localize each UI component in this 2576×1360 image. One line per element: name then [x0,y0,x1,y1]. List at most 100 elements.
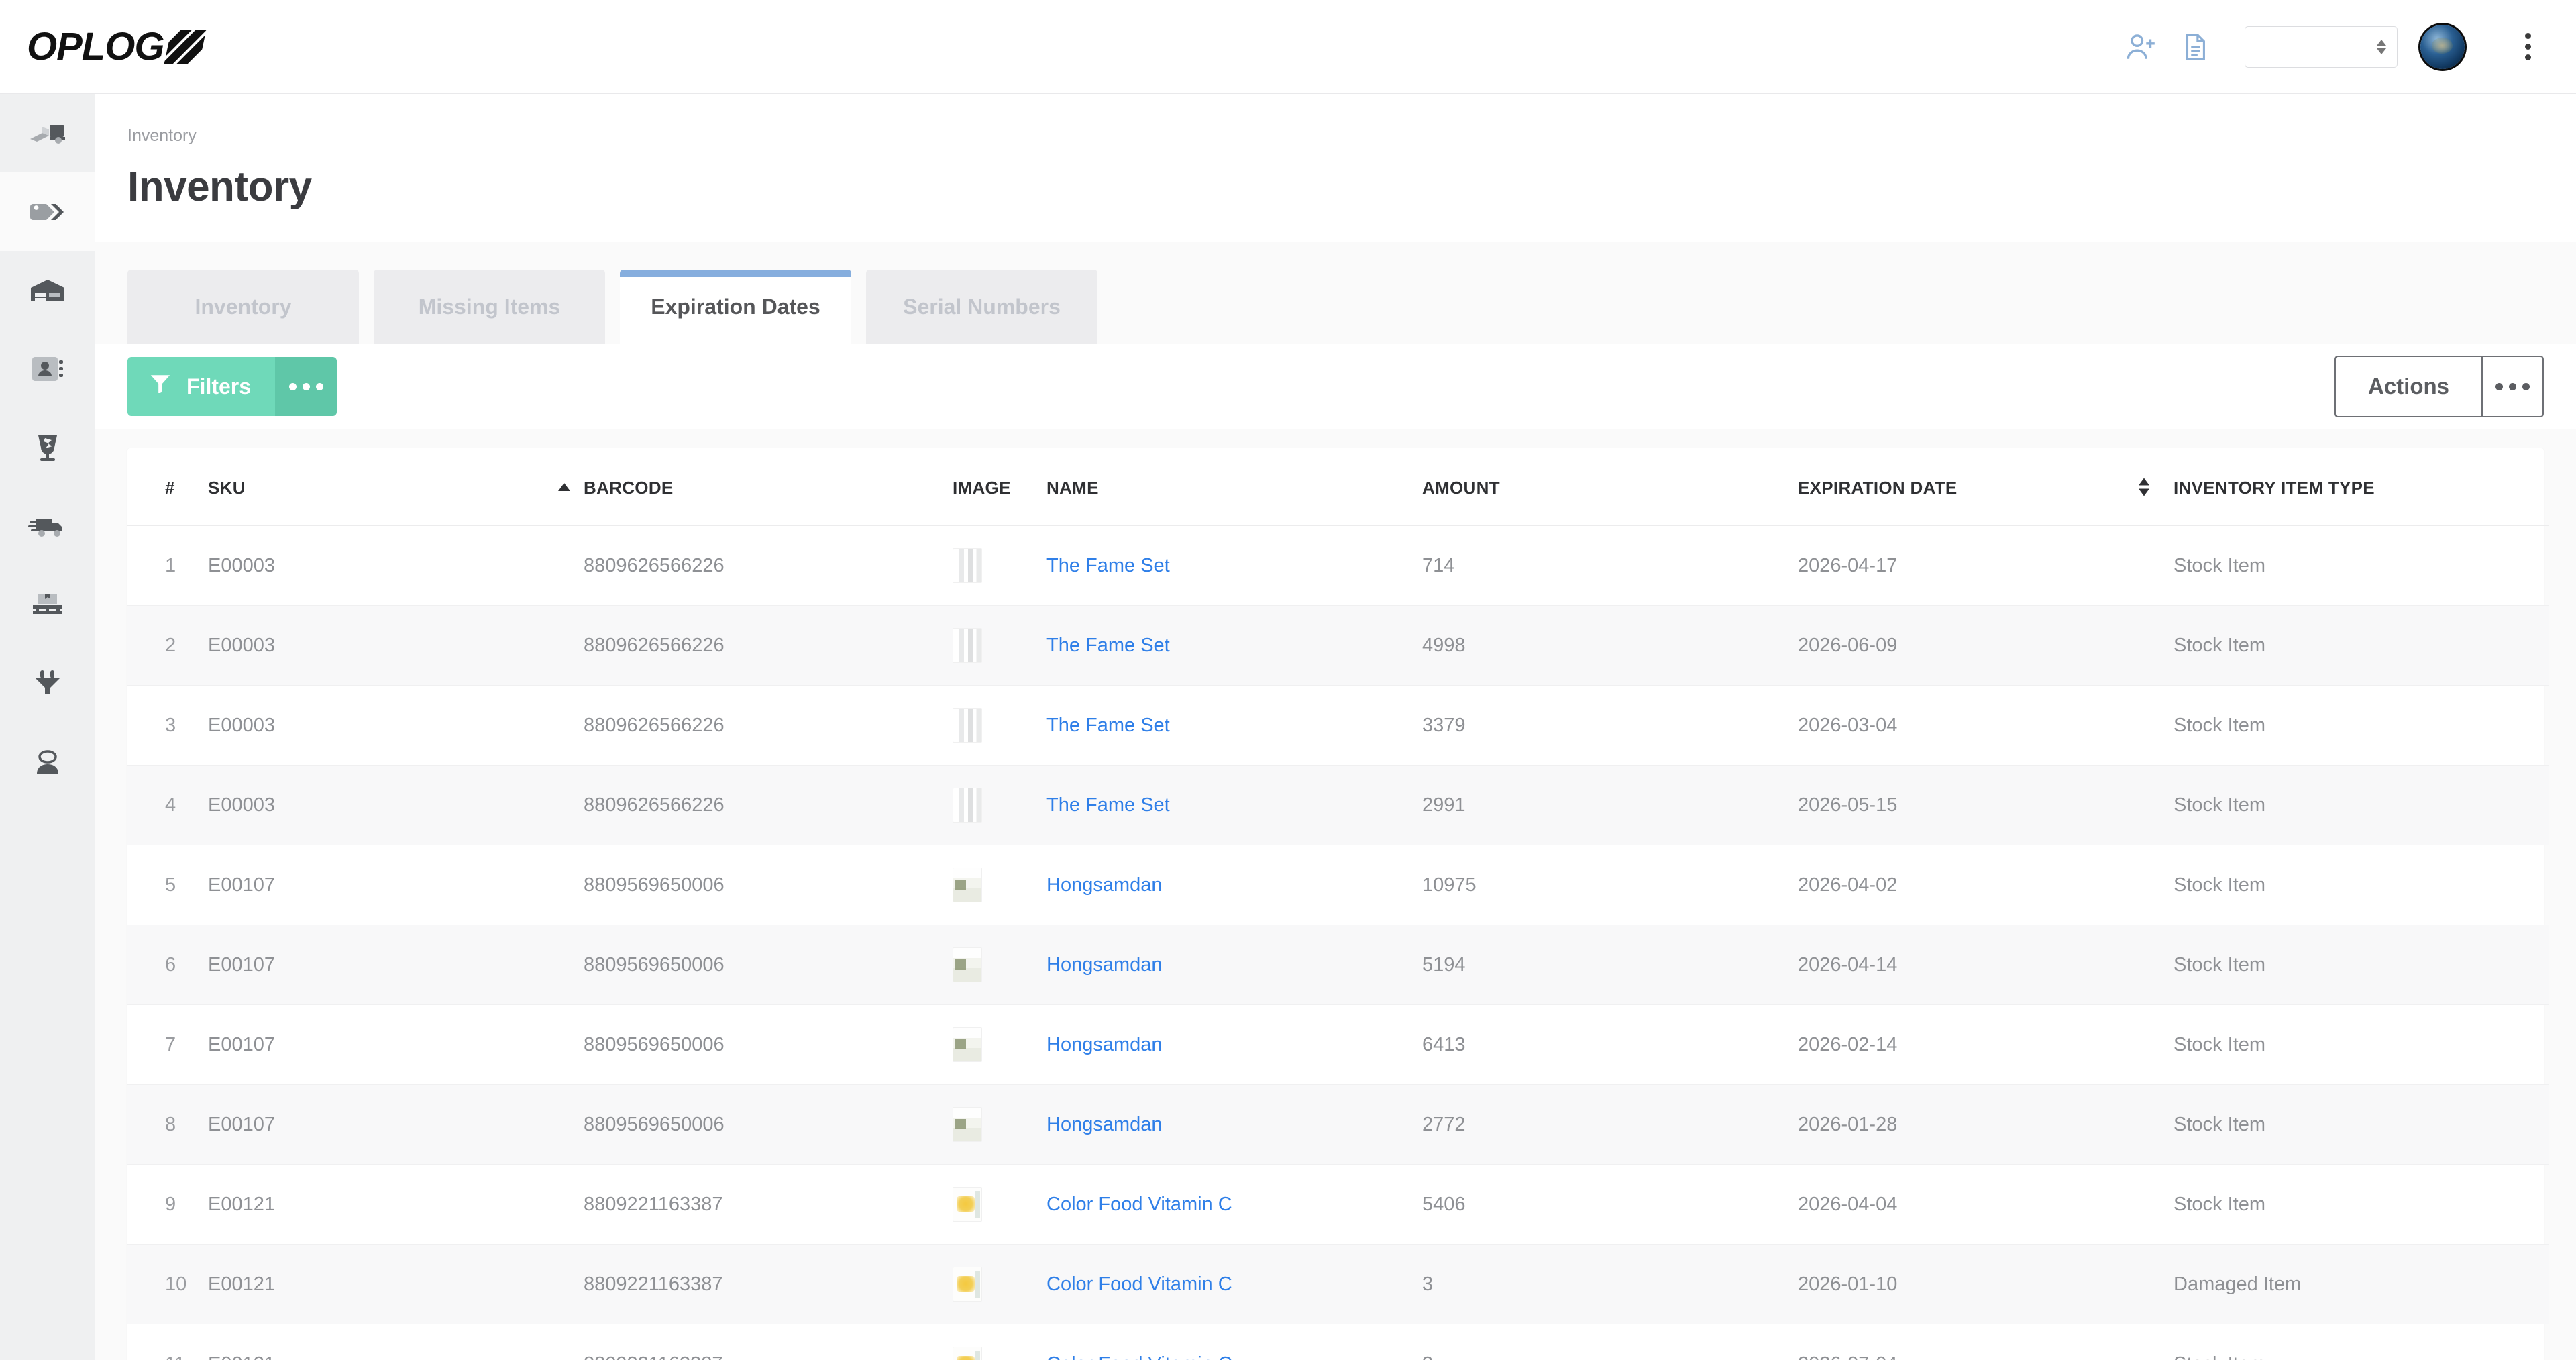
column-header-sku[interactable]: SKU [208,448,584,526]
cell-name: The Fame Set [1046,765,1422,845]
warehouse-icon [28,277,67,304]
tab-expiration-dates[interactable]: Expiration Dates [620,270,851,344]
product-link[interactable]: The Fame Set [1046,555,1170,576]
filters-more-button[interactable] [275,357,337,416]
table-row[interactable]: 4 E00003 8809626566226 The Fame Set 2991 2026… [127,765,2549,845]
page-header: Inventory Inventory [95,94,2576,242]
column-header-image[interactable]: IMAGE [953,448,1046,526]
contacts-book-icon [30,354,65,384]
cell-expiration-date: 2026-04-04 [1798,1164,2174,1245]
cell-sku: E00003 [208,685,584,766]
cell-barcode: 8809626566226 [584,685,953,766]
cell-amount: 2772 [1422,1084,1798,1165]
cell-image [953,765,1046,845]
column-header-amount[interactable]: AMOUNT [1422,448,1798,526]
cell-expiration-date: 2026-01-10 [1798,1244,2174,1324]
cell-sku: E00107 [208,1084,584,1165]
product-link[interactable]: The Fame Set [1046,715,1170,736]
cell-image [953,685,1046,766]
context-select[interactable] [2245,25,2398,68]
breadcrumb[interactable]: Inventory [127,126,2576,146]
product-link[interactable]: Hongsamdan [1046,1114,1163,1135]
product-thumbnail [953,628,982,663]
table-row[interactable]: 7 E00107 8809569650006 Hongsamdan 6413 2026-0… [127,1004,2549,1085]
cell-sku: E00121 [208,1244,584,1324]
sidebar-item-pallet[interactable] [0,565,95,643]
cell-index: 8 [127,1084,208,1165]
cell-inventory-item-type: Stock Item [2174,1004,2549,1085]
kebab-menu-icon[interactable] [2506,20,2549,74]
table-row[interactable]: 10 E00121 8809221163387 Color Food Vitamin … [127,1244,2549,1324]
package-shipment-icon [29,118,66,149]
column-header-inventory-item-type[interactable]: INVENTORY ITEM TYPE [2139,448,2549,526]
product-thumbnail [953,1187,982,1222]
sidebar-item-contacts[interactable] [0,329,95,408]
product-link[interactable]: Hongsamdan [1046,1034,1163,1055]
sidebar-item-warehouse[interactable] [0,251,95,329]
cell-expiration-date: 2026-07-04 [1798,1324,2174,1360]
cell-amount: 714 [1422,525,1798,606]
column-header-index[interactable]: # [127,448,208,526]
product-link[interactable]: The Fame Set [1046,635,1170,656]
cell-sku: E00003 [208,765,584,845]
cell-barcode: 8809626566226 [584,525,953,606]
tab-inventory[interactable]: Inventory [127,270,359,344]
table-row[interactable]: 3 E00003 8809626566226 The Fame Set 3379 2026… [127,685,2549,766]
sidebar-item-delivery[interactable] [0,486,95,565]
table-toolbar: Filters Actions [95,344,2576,429]
cell-expiration-date: 2026-01-28 [1798,1084,2174,1165]
cell-expiration-date: 2026-05-15 [1798,765,2174,845]
product-link[interactable]: Hongsamdan [1046,874,1163,896]
cell-barcode: 8809221163387 [584,1164,953,1245]
product-link[interactable]: The Fame Set [1046,794,1170,816]
cell-inventory-item-type: Damaged Item [2174,1244,2549,1324]
column-header-barcode[interactable]: BARCODE [558,448,953,526]
tab-missing-items[interactable]: Missing Items [374,270,605,344]
cell-image [953,1244,1046,1324]
cell-inventory-item-type: Stock Item [2174,845,2549,925]
sidebar-item-shipments[interactable] [0,94,95,172]
add-user-icon[interactable] [2114,20,2168,74]
actions-button[interactable]: Actions [2334,356,2482,417]
tab-serial-numbers-label: Serial Numbers [903,294,1061,319]
cell-expiration-date: 2026-03-04 [1798,685,2174,766]
column-header-name-label: NAME [1046,478,1099,498]
cell-amount: 6413 [1422,1004,1798,1085]
column-header-name[interactable]: NAME [1046,448,1422,526]
table-row[interactable]: 8 E00107 8809569650006 Hongsamdan 2772 2026-0… [127,1084,2549,1165]
brand-logo[interactable]: OPLOG [27,27,207,66]
table-row[interactable]: 2 E00003 8809626566226 The Fame Set 4998 2026… [127,605,2549,686]
product-link[interactable]: Hongsamdan [1046,954,1163,976]
document-icon[interactable] [2168,20,2222,74]
pallet-icon [29,590,66,619]
cell-barcode: 8809626566226 [584,765,953,845]
sort-updown-icon [2139,478,2149,496]
tab-serial-numbers[interactable]: Serial Numbers [866,270,1097,344]
table-header-row: # SKU BARCODE IMAGE NAME AMOUNT EXPIRATI… [127,448,2549,526]
tab-inventory-label: Inventory [195,294,292,319]
table-row[interactable]: 1 E00003 8809626566226 The Fame Set 714 2026-… [127,525,2549,606]
table-row[interactable]: 9 E00121 8809221163387 Color Food Vitamin C… [127,1164,2549,1245]
sidebar-item-account[interactable] [0,722,95,800]
table-row[interactable]: 6 E00107 8809569650006 Hongsamdan 5194 2026-0… [127,925,2549,1005]
sidebar-item-damaged[interactable] [0,408,95,486]
product-thumbnail [953,1347,982,1360]
cell-name: Color Food Vitamin C [1046,1324,1422,1360]
cell-inventory-item-type: Stock Item [2174,1324,2549,1360]
sidebar-item-integrations[interactable] [0,643,95,722]
table-row[interactable]: 11E001218809221163387 Color Food Vitamin … [127,1324,2549,1360]
expiration-dates-table: # SKU BARCODE IMAGE NAME AMOUNT EXPIRATI… [127,448,2549,1360]
column-header-expiration-date-label: EXPIRATION DATE [1798,478,1957,498]
product-link[interactable]: Color Food Vitamin C [1046,1194,1232,1215]
product-link[interactable]: Color Food Vitamin C [1046,1353,1232,1360]
product-link[interactable]: Color Food Vitamin C [1046,1273,1232,1295]
product-thumbnail [953,1107,982,1142]
user-icon [31,748,64,775]
actions-more-button[interactable] [2482,356,2544,417]
filters-button[interactable]: Filters [127,357,276,416]
column-header-expiration-date[interactable]: EXPIRATION DATE [1798,448,2174,526]
table-row[interactable]: 5 E00107 8809569650006 Hongsamdan 10975 2026-… [127,845,2549,925]
sidebar-item-inventory[interactable] [0,172,95,251]
avatar[interactable] [2420,24,2465,69]
cell-name: The Fame Set [1046,605,1422,686]
